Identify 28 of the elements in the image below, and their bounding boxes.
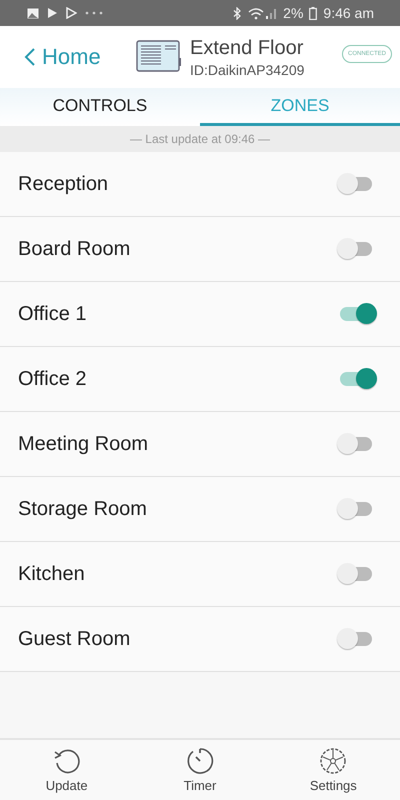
settings-icon (318, 746, 348, 776)
battery-percent: 2% (283, 5, 304, 21)
timer-icon (184, 746, 215, 776)
nav-button[interactable]: Settings (288, 740, 378, 800)
nav-button[interactable]: Timer (154, 740, 245, 800)
zone-name: Office 1 (18, 302, 87, 326)
zone-name: Reception (18, 172, 108, 196)
gallery-icon (27, 8, 39, 18)
chevron-left-icon (24, 47, 36, 67)
zone-name: Storage Room (18, 498, 147, 520)
more-icon (85, 11, 103, 15)
device-name: Extend Floor (190, 36, 304, 60)
play-icon (47, 7, 58, 19)
wifi-signal-icon (247, 6, 278, 20)
zone-name: Board Room (18, 238, 130, 260)
bluetooth-icon (233, 6, 242, 20)
clock: 9:46 am (323, 5, 374, 21)
play-icon (66, 7, 77, 19)
zone-name: Meeting Room (18, 432, 148, 456)
device-id: ID:DaikinAP34209 (190, 62, 306, 78)
air-conditioner-icon (136, 40, 182, 74)
battery-icon (309, 6, 318, 20)
zone-name: Office 2 (18, 368, 87, 390)
tab[interactable]: CONTROLS (0, 88, 200, 126)
nav-button[interactable]: Update (22, 740, 112, 800)
zone-name: Kitchen (18, 562, 85, 586)
zone-name: Guest Room (18, 628, 130, 650)
last-update-text: — Last update at 09:46 — (130, 132, 270, 146)
